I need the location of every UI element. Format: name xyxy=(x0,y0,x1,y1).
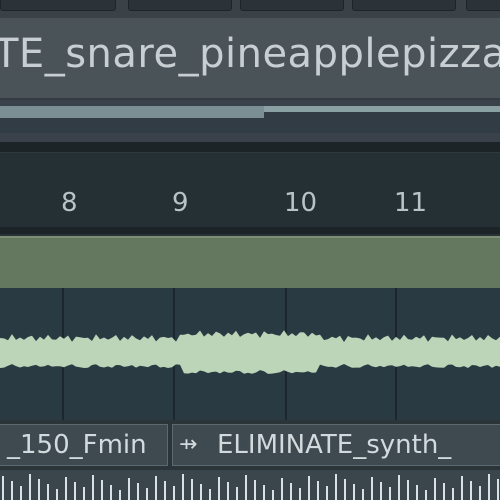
clip-label-left: _150_Fmin xyxy=(7,430,147,460)
toolbar-button[interactable] xyxy=(466,0,500,11)
scrollbar-thumb-edge[interactable] xyxy=(264,106,500,112)
mini-waveform xyxy=(2,474,499,500)
toolbar-button[interactable] xyxy=(128,0,232,11)
pattern-lane[interactable] xyxy=(0,236,500,290)
toolbar-button[interactable] xyxy=(0,0,116,11)
audio-waveform xyxy=(0,330,500,374)
bar-marker-8: 8 xyxy=(61,188,78,218)
bar-marker-10: 10 xyxy=(284,188,318,218)
audio-clip-right[interactable]: ⇸ ELIMINATE_synth_ xyxy=(172,424,500,466)
toolbar-button[interactable] xyxy=(240,0,344,11)
arrow-marker-icon: ⇸ xyxy=(179,432,198,457)
scrollbar-thumb[interactable] xyxy=(0,106,264,118)
sample-title: TE_snare_pineapplepizza xyxy=(0,31,500,77)
bar-marker-11: 11 xyxy=(394,188,428,218)
toolbar-button[interactable] xyxy=(352,0,456,11)
bar-marker-9: 9 xyxy=(172,188,189,218)
audio-clip-left[interactable]: _150_Fmin xyxy=(0,424,168,466)
clip-label-right: ELIMINATE_synth_ xyxy=(217,430,452,460)
